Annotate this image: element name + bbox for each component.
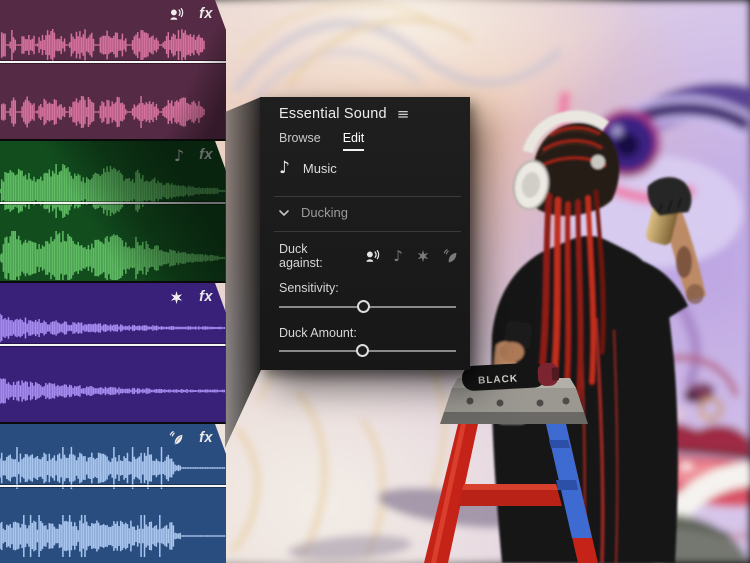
track-divider [0, 281, 226, 283]
ambience-clip[interactable]: fx [0, 424, 226, 563]
spray-can-label: BLACK [478, 373, 519, 386]
timeline-tracks: fx ♪ fx fx fx [0, 0, 226, 563]
duck-against-dialogue-icon[interactable] [365, 249, 380, 264]
panel-title: Essential Sound [279, 106, 387, 122]
clip-type-label: Music [302, 161, 337, 176]
duck-amount-label: Duck Amount: [279, 326, 357, 340]
sfx-clip[interactable]: fx [0, 283, 226, 422]
duck-against-label: Duck against: [279, 242, 323, 270]
duck-amount-slider[interactable] [279, 344, 456, 357]
duck-against-sfx-icon[interactable] [416, 249, 430, 263]
fx-badge[interactable]: fx [199, 430, 213, 446]
music-clip[interactable]: ♪ fx [0, 141, 226, 281]
track-divider [0, 422, 226, 424]
divider [274, 231, 461, 232]
fx-badge[interactable]: fx [199, 6, 213, 22]
duck-against-ambience-icon[interactable] [443, 248, 458, 264]
sensitivity-label: Sensitivity: [279, 281, 339, 295]
slider-thumb[interactable] [357, 300, 371, 313]
essential-sound-panel: Essential Sound ≡ Browse Edit ♪ Music Du… [260, 97, 470, 370]
tab-browse[interactable]: Browse [279, 131, 321, 151]
app-screenshot: BLACK fx ♪ fx fx fx Essential Sound ≡ Br… [0, 0, 750, 563]
music-note-icon: ♪ [173, 145, 185, 165]
duck-against-music-icon[interactable]: ♪ [393, 249, 403, 264]
ducking-label: Ducking [301, 205, 348, 220]
ambience-icon [169, 431, 184, 446]
divider [274, 196, 461, 197]
fx-badge[interactable]: fx [199, 289, 213, 305]
fx-badge[interactable]: fx [199, 147, 213, 163]
dialogue-clip[interactable]: fx [0, 0, 226, 139]
tab-edit[interactable]: Edit [342, 131, 365, 151]
hamburger-menu-icon[interactable]: ≡ [397, 106, 410, 122]
dialogue-icon [169, 7, 184, 22]
chevron-down-icon [279, 209, 289, 216]
sfx-star-icon [169, 290, 184, 305]
slider-thumb[interactable] [355, 344, 369, 357]
sensitivity-slider[interactable] [279, 300, 456, 313]
music-note-icon: ♪ [279, 158, 290, 178]
duck-against-options: ♪ [365, 249, 458, 264]
ducking-section-header[interactable]: Ducking [279, 205, 458, 220]
track-divider [0, 139, 226, 141]
